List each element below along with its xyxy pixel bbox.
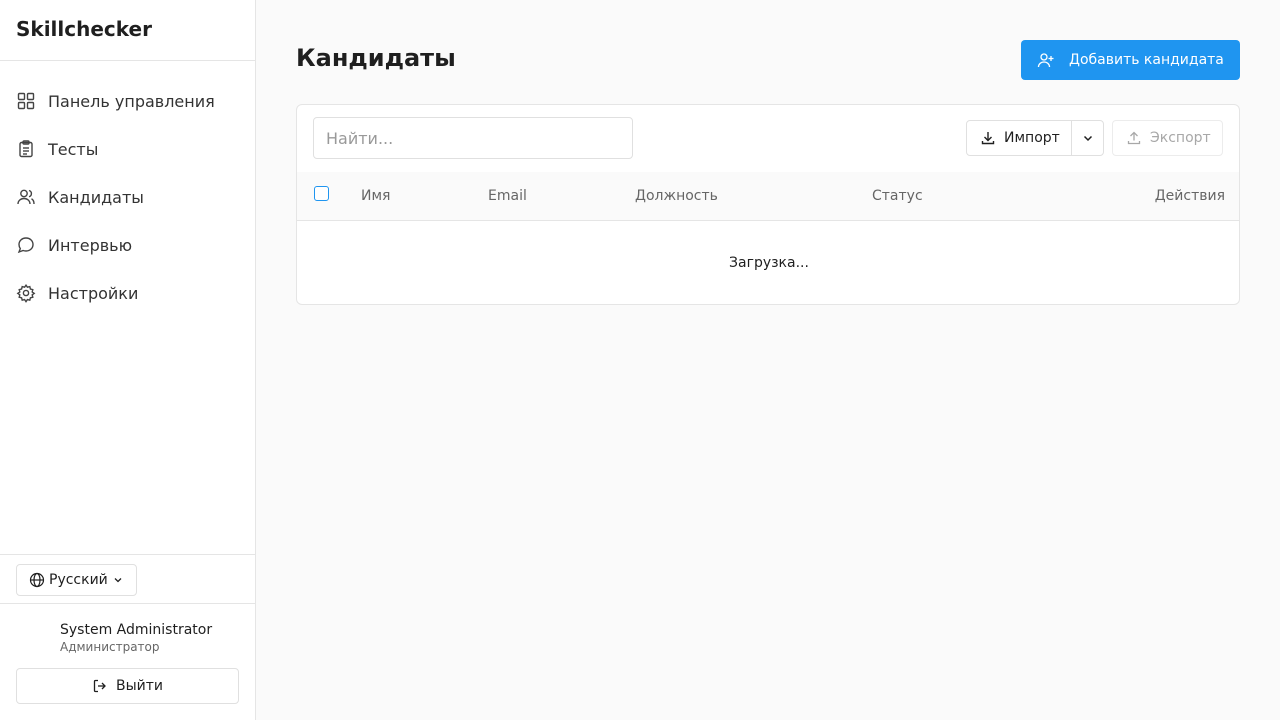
logout-icon xyxy=(93,679,106,693)
export-button[interactable]: Экспорт xyxy=(1112,120,1223,156)
select-all-checkbox[interactable] xyxy=(314,186,329,201)
candidates-table-card: Импорт Экспорт Имя Email Должность Стату… xyxy=(296,104,1240,305)
sidebar-item-label: Настройки xyxy=(48,283,139,303)
brand-logo: Skillchecker xyxy=(0,0,255,61)
sidebar-item-dashboard[interactable]: Панель управления xyxy=(0,77,255,125)
loading-indicator: Загрузка... xyxy=(729,255,809,271)
export-label: Экспорт xyxy=(1150,130,1211,146)
sidebar-item-settings[interactable]: Настройки xyxy=(0,269,255,317)
import-button[interactable]: Импорт xyxy=(967,121,1072,155)
column-header-email[interactable]: Email xyxy=(488,188,527,204)
sidebar-item-label: Тесты xyxy=(48,139,99,159)
globe-icon xyxy=(29,572,45,588)
users-icon xyxy=(16,187,36,207)
chat-icon xyxy=(16,235,36,255)
sidebar-item-tests[interactable]: Тесты xyxy=(0,125,255,173)
column-header-name[interactable]: Имя xyxy=(361,188,390,204)
sidebar-item-label: Кандидаты xyxy=(48,187,144,207)
language-area: Русский xyxy=(0,554,255,604)
sidebar: Skillchecker Панель управления Тесты Кан… xyxy=(0,0,256,720)
sidebar-item-candidates[interactable]: Кандидаты xyxy=(0,173,255,221)
import-label: Импорт xyxy=(1004,130,1060,146)
table-header: Имя Email Должность Статус Действия xyxy=(297,172,1239,221)
user-name: System Administrator xyxy=(60,622,213,638)
search-input[interactable] xyxy=(313,117,633,159)
user-plus-icon xyxy=(1037,53,1054,68)
clipboard-icon xyxy=(16,139,36,159)
sidebar-item-label: Интервью xyxy=(48,235,133,255)
chevron-down-icon xyxy=(114,578,122,583)
add-candidate-label: Добавить кандидата xyxy=(1069,52,1224,68)
language-label: Русский xyxy=(49,572,108,588)
language-select[interactable]: Русский xyxy=(16,564,137,596)
logout-label: Выйти xyxy=(115,678,163,694)
gear-icon xyxy=(16,283,36,303)
import-dropdown-button[interactable] xyxy=(1072,121,1103,155)
sidebar-nav: Панель управления Тесты Кандидаты Интерв… xyxy=(0,61,255,317)
user-role: Администратор xyxy=(60,640,160,654)
main-content: Кандидаты Добавить кандидата Импорт Эксп… xyxy=(256,0,1280,720)
download-icon xyxy=(981,132,995,145)
add-candidate-button[interactable]: Добавить кандидата xyxy=(1021,40,1240,80)
user-panel: System Administrator Администратор Выйти xyxy=(0,604,255,720)
dashboard-icon xyxy=(16,91,36,111)
column-header-position[interactable]: Должность xyxy=(635,188,718,204)
chevron-down-icon xyxy=(1083,135,1092,142)
column-header-status[interactable]: Статус xyxy=(872,188,923,204)
sidebar-item-label: Панель управления xyxy=(48,91,215,111)
page-title: Кандидаты xyxy=(296,44,456,72)
upload-icon xyxy=(1127,131,1141,145)
column-header-actions: Действия xyxy=(1154,188,1225,204)
logout-button[interactable]: Выйти xyxy=(16,668,239,704)
sidebar-item-interviews[interactable]: Интервью xyxy=(0,221,255,269)
import-button-group: Импорт xyxy=(966,120,1104,156)
